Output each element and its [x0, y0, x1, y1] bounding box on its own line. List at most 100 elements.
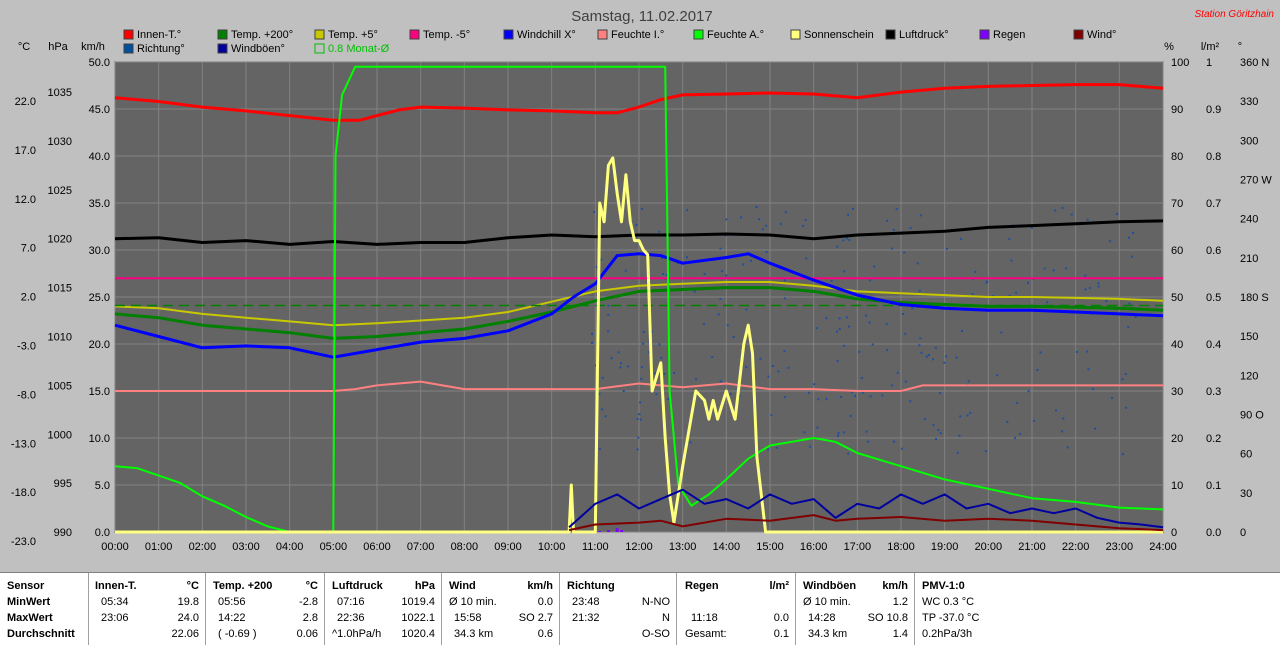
direction-dot	[1015, 291, 1018, 294]
direction-dot	[1121, 453, 1124, 456]
legend-label-8: Luftdruck°	[899, 29, 949, 41]
lm2-axis-tick: 0.4	[1206, 339, 1221, 351]
direction-dot	[923, 418, 926, 421]
celsius-axis-tick: 22.0	[15, 96, 36, 108]
direction-dot	[642, 330, 645, 333]
direction-dot	[848, 325, 851, 328]
direction-dot	[1109, 240, 1112, 243]
celsius-axis-tick: 2.0	[21, 292, 36, 304]
direction-dot	[759, 357, 762, 360]
x-axis-tick: 02:00	[189, 541, 217, 553]
legend-swatch-5	[597, 29, 608, 40]
lm2-axis-tick: 0.3	[1206, 386, 1221, 398]
legend-label-0: Innen-T.°	[137, 29, 181, 41]
stats-luftdruck-unit: hPa	[414, 580, 435, 592]
rain-bar	[615, 528, 619, 532]
direction-dot	[1124, 373, 1127, 376]
stats-windboeen-r1-val: 1.2	[892, 596, 908, 608]
lm2-axis-tick: 0.6	[1206, 245, 1221, 257]
x-axis-tick: 04:00	[276, 541, 304, 553]
direction-dot	[865, 314, 868, 317]
direction-dot	[1127, 326, 1130, 329]
x-axis-tick: 14:00	[713, 541, 741, 553]
direction-dot	[919, 214, 922, 217]
legend-label-2: Temp. +5°	[328, 29, 378, 41]
x-axis-tick: 01:00	[145, 541, 173, 553]
direction-dot	[639, 401, 642, 404]
legend-swatch-0	[123, 29, 134, 40]
direction-dot	[960, 329, 963, 332]
direction-dot	[955, 356, 958, 359]
direction-dot	[1115, 213, 1118, 216]
stats-windboeen-unit: km/h	[882, 580, 908, 592]
stats-windboeen-header: Windböen	[803, 580, 857, 592]
stats-innen-max-time: 23:06	[101, 612, 129, 624]
direction-dot	[873, 265, 876, 268]
celsius-axis-tick: 12.0	[15, 194, 36, 206]
percent-axis-tick: 60	[1171, 245, 1183, 257]
stats-luftdruck-max-val: 1022.1	[401, 612, 435, 624]
direction-dot	[783, 297, 786, 300]
x-axis-tick: 20:00	[975, 541, 1003, 553]
stats-temp200-max-time: 14:22	[218, 612, 246, 624]
celsius-axis-tick: -13.0	[11, 438, 36, 450]
direction-dot	[1006, 420, 1009, 423]
celsius-axis-tick: -23.0	[11, 536, 36, 548]
stats-windboeen-r3-val: 1.4	[892, 628, 908, 640]
direction-dot	[626, 365, 629, 368]
percent-axis-tick: 0	[1171, 527, 1177, 539]
direction-dot	[885, 322, 888, 325]
direction-dot	[775, 446, 778, 449]
direction-dot	[1019, 432, 1022, 435]
direction-dot	[725, 274, 728, 277]
legend-swatch-3	[409, 29, 420, 40]
direction-dot	[842, 344, 845, 347]
rain-bar	[620, 530, 624, 532]
direction-dot	[867, 440, 870, 443]
direction-dot	[1000, 331, 1003, 334]
weather-chart: Samstag, 11.02.2017 Station Göritzhain I…	[0, 0, 1280, 572]
direction-dot	[1015, 401, 1018, 404]
direction-dot	[869, 279, 872, 282]
x-axis-tick: 19:00	[931, 541, 959, 553]
direction-axis-tick: 300	[1240, 135, 1258, 147]
kmh-axis-tick: 10.0	[89, 433, 110, 445]
direction-dot	[777, 370, 780, 373]
stats-row-avg: Durchschnitt	[7, 628, 75, 640]
legend-label-1: Temp. +200°	[231, 29, 293, 41]
direction-dot	[765, 224, 768, 227]
direction-dot	[770, 414, 773, 417]
x-axis-tick: 03:00	[232, 541, 260, 553]
direction-dot	[593, 210, 596, 213]
direction-dot	[807, 391, 810, 394]
direction-axis-tick: 180 S	[1240, 292, 1269, 304]
direction-dot	[729, 393, 732, 396]
stats-temp200-avg-label: ( -0.69 )	[218, 628, 257, 640]
stats-wind-header: Wind	[449, 580, 476, 592]
lm2-axis-tick: 1	[1206, 57, 1212, 69]
direction-axis-tick: 120	[1240, 370, 1258, 382]
kmh-axis-tick: 35.0	[89, 198, 110, 210]
direction-dot	[689, 441, 692, 444]
direction-dot	[895, 208, 898, 211]
legend-label-5: Feuchte I.°	[611, 29, 664, 41]
direction-dot	[1008, 238, 1011, 241]
direction-dot	[848, 238, 851, 241]
kmh-axis-tick: 0.0	[95, 527, 110, 539]
direction-axis-tick: 150	[1240, 331, 1258, 343]
stats-col-wind: Wind km/h Ø 10 min. 0.0 15:58 SO 2.7 34.…	[441, 573, 559, 645]
stats-regen-r3-label: Gesamt:	[685, 628, 727, 640]
legend-label-3: Temp. -5°	[423, 29, 470, 41]
direction-dot	[787, 366, 790, 369]
direction-dot	[604, 415, 607, 418]
direction-dot	[1086, 218, 1089, 221]
direction-dot	[984, 450, 987, 453]
direction-dot	[598, 392, 601, 395]
legend-swatch-9	[979, 29, 990, 40]
lm2-axis-tick: 0.1	[1206, 480, 1221, 492]
direction-dot	[1097, 282, 1100, 285]
stats-richtung-r2-val: N	[662, 612, 670, 624]
direction-dot	[719, 297, 722, 300]
direction-dot	[868, 321, 871, 324]
direction-dot	[805, 257, 808, 260]
